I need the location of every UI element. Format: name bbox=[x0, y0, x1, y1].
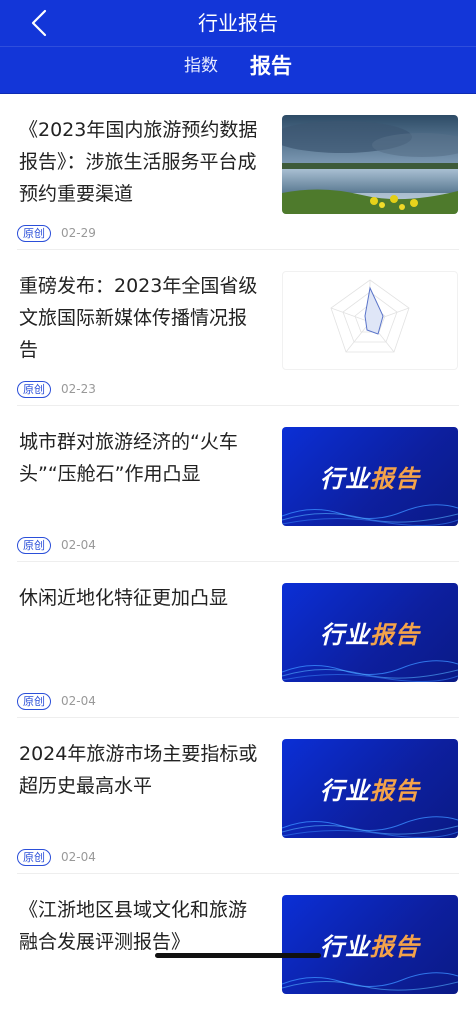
industry-report-banner: 行业 报告 bbox=[282, 739, 458, 838]
original-badge: 原创 bbox=[17, 380, 51, 398]
banner-text: 行业 报告 bbox=[320, 933, 420, 961]
item-meta: 原创 02-29 bbox=[17, 224, 96, 242]
item-date: 02-29 bbox=[61, 226, 96, 240]
item-date: 02-23 bbox=[61, 382, 96, 396]
industry-report-banner: 行业 报告 bbox=[282, 583, 458, 682]
radar-chart-thumbnail bbox=[282, 271, 458, 370]
home-indicator bbox=[155, 953, 321, 958]
item-title: 重磅发布：2023年全国省级文旅国际新媒体传播情况报告 bbox=[19, 275, 258, 361]
original-badge: 原创 bbox=[17, 224, 51, 242]
list-item[interactable]: 城市群对旅游经济的“火车头”“压舱石”作用凸显 行业 报告 原创 02-04 bbox=[17, 406, 459, 562]
page-title: 行业报告 bbox=[198, 11, 278, 35]
landscape-thumbnail bbox=[282, 115, 458, 214]
list-item[interactable]: 重磅发布：2023年全国省级文旅国际新媒体传播情况报告 原创 02-23 bbox=[17, 250, 459, 406]
report-list: 《2023年国内旅游预约数据报告》：涉旅生活服务平台成预约重要渠道 原创 02-… bbox=[0, 94, 476, 1029]
item-meta: 原创 02-04 bbox=[17, 848, 96, 866]
item-date: 02-04 bbox=[61, 538, 96, 552]
item-date: 02-04 bbox=[61, 694, 96, 708]
industry-report-banner: 行业 报告 bbox=[282, 427, 458, 526]
banner-text: 行业 报告 bbox=[320, 465, 420, 493]
item-meta: 原创 02-04 bbox=[17, 692, 96, 710]
item-date: 02-04 bbox=[61, 850, 96, 864]
tab-report[interactable]: 报告 bbox=[250, 48, 292, 84]
original-badge: 原创 bbox=[17, 692, 51, 710]
item-title: 2024年旅游市场主要指标或超历史最高水平 bbox=[19, 743, 258, 797]
banner-text: 行业 报告 bbox=[320, 777, 420, 805]
header-divider bbox=[0, 46, 476, 47]
item-title: 休闲近地化特征更加凸显 bbox=[19, 587, 229, 609]
list-item[interactable]: 《2023年国内旅游预约数据报告》：涉旅生活服务平台成预约重要渠道 原创 02-… bbox=[17, 94, 459, 250]
list-item[interactable]: 2024年旅游市场主要指标或超历史最高水平 行业 报告 原创 02-04 bbox=[17, 718, 459, 874]
top-bar: 行业报告 指数 报告 bbox=[0, 0, 476, 94]
original-badge: 原创 bbox=[17, 536, 51, 554]
banner-text: 行业 报告 bbox=[320, 621, 420, 649]
list-item[interactable]: 休闲近地化特征更加凸显 行业 报告 原创 02-04 bbox=[17, 562, 459, 718]
item-title: 城市群对旅游经济的“火车头”“压舱石”作用凸显 bbox=[19, 431, 238, 485]
industry-report-banner: 行业 报告 bbox=[282, 895, 458, 994]
list-item[interactable]: 《江浙地区县域文化和旅游融合发展评测报告》 行业 报告 bbox=[17, 874, 459, 1029]
item-meta: 原创 02-04 bbox=[17, 536, 96, 554]
original-badge: 原创 bbox=[17, 848, 51, 866]
item-meta: 原创 02-23 bbox=[17, 380, 96, 398]
item-title: 《2023年国内旅游预约数据报告》：涉旅生活服务平台成预约重要渠道 bbox=[19, 119, 258, 205]
item-title: 《江浙地区县域文化和旅游融合发展评测报告》 bbox=[19, 899, 248, 953]
tab-index[interactable]: 指数 bbox=[184, 48, 218, 84]
